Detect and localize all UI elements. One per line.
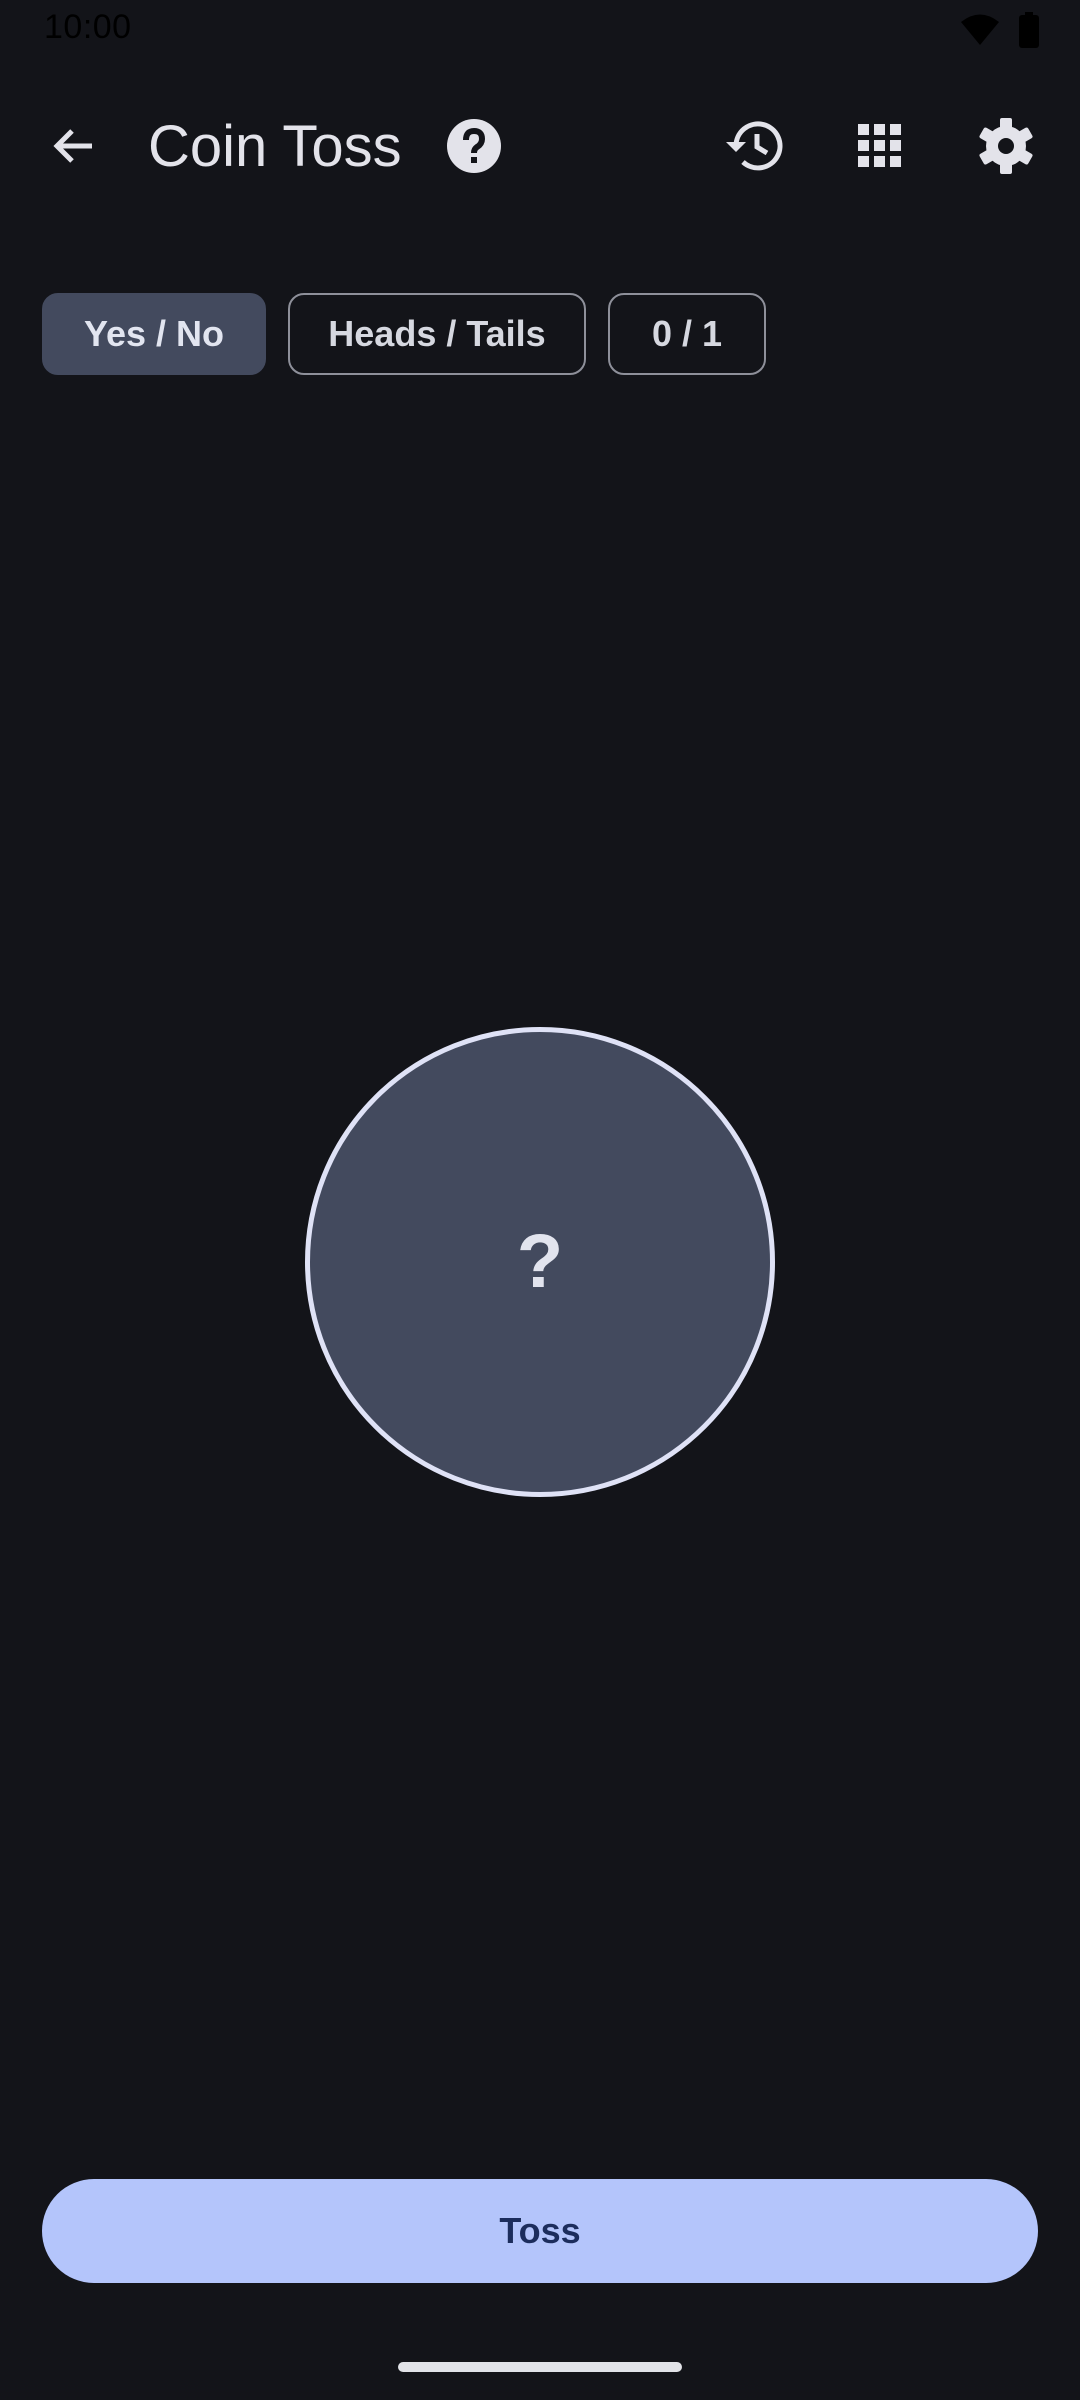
help-circle-icon [446, 118, 502, 179]
settings-button[interactable] [966, 108, 1046, 188]
chip-yes-no[interactable]: Yes / No [42, 293, 266, 375]
chip-heads-tails[interactable]: Heads / Tails [288, 293, 586, 375]
gear-icon [978, 117, 1034, 179]
grid-button[interactable] [840, 108, 920, 188]
history-button[interactable] [714, 108, 794, 188]
chip-label: 0 / 1 [651, 313, 723, 354]
status-bar: 10:00 [0, 0, 1080, 60]
chip-label: Heads / Tails [328, 313, 546, 354]
grid-icon [858, 123, 902, 173]
battery-icon [1018, 12, 1040, 53]
toss-button-label: Toss [499, 2210, 581, 2251]
arrow-left-icon [50, 122, 98, 175]
status-time: 10:00 [44, 8, 132, 46]
toss-button[interactable]: Toss [42, 2179, 1038, 2283]
coin[interactable]: ? [305, 1027, 775, 1497]
gesture-nav-bar[interactable] [398, 2362, 682, 2372]
coin-face: ? [516, 1219, 564, 1304]
status-icons [960, 12, 1040, 53]
coin-toss-screen: 10:00 Coin Toss Yes / No Heads / Tails 0… [0, 0, 1080, 2400]
page-title: Coin Toss [148, 114, 402, 179]
chip-zero-one[interactable]: 0 / 1 [608, 293, 766, 375]
back-button[interactable] [34, 108, 114, 188]
help-button[interactable] [434, 108, 514, 188]
chip-label: Yes / No [83, 313, 225, 354]
history-icon [724, 118, 784, 179]
wifi-icon [960, 13, 1000, 52]
mode-chips: Yes / No Heads / Tails 0 / 1 [42, 293, 766, 375]
